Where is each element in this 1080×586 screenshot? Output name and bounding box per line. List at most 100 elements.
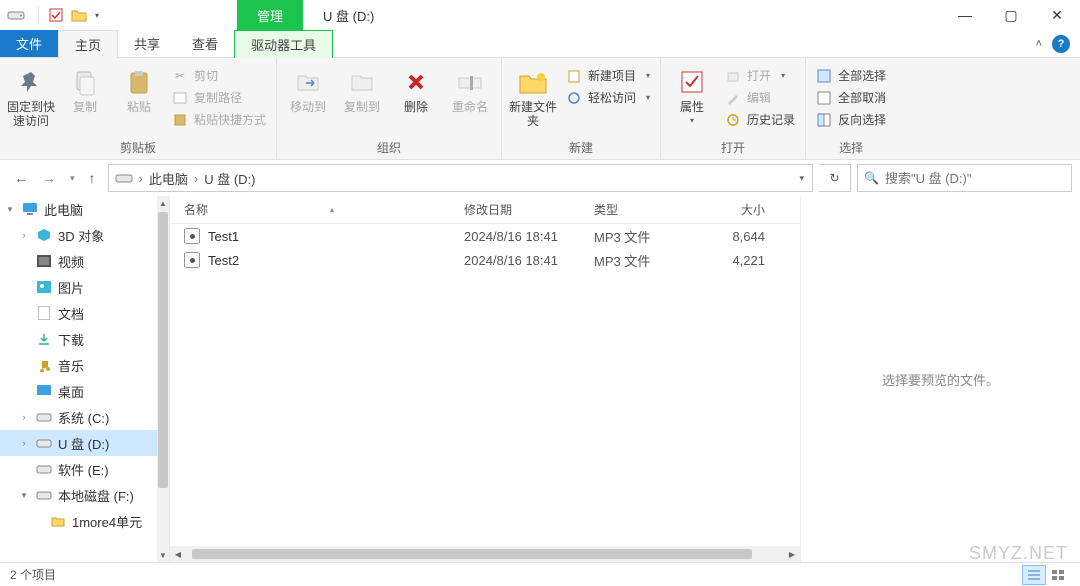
scroll-thumb[interactable] <box>192 549 752 559</box>
pin-quick-access-button[interactable]: 固定到快速访问 <box>6 64 56 129</box>
search-box[interactable]: 🔍 <box>857 164 1072 192</box>
title-bar: ▾ 管理 U 盘 (D:) — ▢ ✕ <box>0 0 1080 30</box>
tree-drive-f[interactable]: ▾本地磁盘 (F:) <box>0 482 169 508</box>
select-all-button[interactable]: 全部选择 <box>812 66 890 85</box>
address-bar[interactable]: › 此电脑 › U 盘 (D:) ▾ <box>108 164 813 192</box>
main-area: ▾ 此电脑 ›3D 对象 视频 图片 文档 下载 音乐 桌面 ›系统 (C:) … <box>0 196 1080 562</box>
easy-access-button[interactable]: 轻松访问▾ <box>562 88 654 107</box>
copy-button[interactable]: 复制 <box>60 64 110 114</box>
close-button[interactable]: ✕ <box>1034 0 1080 30</box>
select-none-button[interactable]: 全部取消 <box>812 88 890 107</box>
tree-desktop[interactable]: 桌面 <box>0 378 169 404</box>
tree-music[interactable]: 音乐 <box>0 352 169 378</box>
tree-pictures[interactable]: 图片 <box>0 274 169 300</box>
qat-properties-icon[interactable] <box>49 8 63 22</box>
titlebar-left: ▾ <box>0 0 107 30</box>
icons-view-button[interactable] <box>1046 565 1070 585</box>
item-count: 2 个项目 <box>10 566 56 583</box>
column-type[interactable]: 类型 <box>580 201 705 218</box>
tree-scrollbar[interactable]: ▲ ▼ <box>157 196 169 562</box>
new-folder-icon <box>517 66 549 98</box>
group-label-clipboard: 剪贴板 <box>6 137 270 159</box>
tree-this-pc[interactable]: ▾ 此电脑 <box>0 196 169 222</box>
back-button[interactable]: ← <box>14 170 28 186</box>
tab-file[interactable]: 文件 <box>0 30 58 57</box>
status-bar: 2 个项目 <box>0 562 1080 586</box>
column-date[interactable]: 修改日期 <box>450 201 580 218</box>
chevron-right-icon[interactable]: › <box>18 438 30 448</box>
rename-button[interactable]: 重命名 <box>445 64 495 114</box>
refresh-button[interactable]: ↻ <box>819 164 851 192</box>
column-name[interactable]: 名称▴ <box>170 201 450 218</box>
breadcrumb-location[interactable]: U 盘 (D:) <box>204 169 255 188</box>
file-row[interactable]: Test2 2024/8/16 18:41 MP3 文件 4,221 <box>170 248 800 272</box>
chevron-right-icon[interactable]: › <box>18 412 30 422</box>
tree-drive-d[interactable]: ›U 盘 (D:) <box>0 430 169 456</box>
breadcrumb-this-pc[interactable]: 此电脑 <box>149 169 188 188</box>
invert-selection-button[interactable]: 反向选择 <box>812 110 890 129</box>
file-row[interactable]: Test1 2024/8/16 18:41 MP3 文件 8,644 <box>170 224 800 248</box>
ribbon-tabs: 文件 主页 共享 查看 驱动器工具 ˄ ? <box>0 30 1080 58</box>
search-input[interactable] <box>885 171 1065 186</box>
move-to-button[interactable]: 移动到 <box>283 64 333 114</box>
watermark: SMYZ.NET <box>969 543 1068 564</box>
chevron-down-icon[interactable]: ▾ <box>18 490 30 501</box>
ribbon-group-organize: 移动到 复制到 删除 重命名 组织 <box>277 58 502 159</box>
search-icon: 🔍 <box>864 171 879 185</box>
tab-drive-tools[interactable]: 驱动器工具 <box>234 30 333 58</box>
minimize-button[interactable]: — <box>942 0 988 30</box>
tab-home[interactable]: 主页 <box>58 30 118 58</box>
maximize-button[interactable]: ▢ <box>988 0 1034 30</box>
window-title: U 盘 (D:) <box>303 0 374 30</box>
tree-drive-e[interactable]: 软件 (E:) <box>0 456 169 482</box>
group-label-organize: 组织 <box>283 137 495 159</box>
tree-subfolder[interactable]: 1more4单元 <box>0 508 169 534</box>
history-button[interactable]: 历史记录 <box>721 110 799 129</box>
pictures-icon <box>36 279 52 295</box>
open-button[interactable]: 打开▾ <box>721 66 799 85</box>
tree-videos[interactable]: 视频 <box>0 248 169 274</box>
details-view-button[interactable] <box>1022 565 1046 585</box>
properties-button[interactable]: 属性 ▾ <box>667 64 717 126</box>
forward-button[interactable]: → <box>42 170 56 186</box>
paste-shortcut-button[interactable]: 粘贴快捷方式 <box>168 110 270 129</box>
select-all-icon <box>816 68 832 84</box>
qat-dropdown-icon[interactable]: ▾ <box>95 11 99 20</box>
scroll-up-icon[interactable]: ▲ <box>159 196 167 210</box>
chevron-right-icon[interactable]: › <box>18 230 30 240</box>
tree-documents[interactable]: 文档 <box>0 300 169 326</box>
scroll-right-icon[interactable]: ▶ <box>784 550 800 559</box>
delete-button[interactable]: 删除 <box>391 64 441 114</box>
recent-dropdown[interactable]: ▾ <box>70 173 75 184</box>
copy-path-button[interactable]: 复制路径 <box>168 88 270 107</box>
tree-3d-objects[interactable]: ›3D 对象 <box>0 222 169 248</box>
tree-downloads[interactable]: 下载 <box>0 326 169 352</box>
address-dropdown-icon[interactable]: ▾ <box>797 173 806 184</box>
cut-button[interactable]: ✂剪切 <box>168 66 270 85</box>
delete-icon <box>400 66 432 98</box>
new-folder-button[interactable]: 新建文件夹 <box>508 64 558 129</box>
open-icon <box>725 68 741 84</box>
scroll-left-icon[interactable]: ◀ <box>170 550 186 559</box>
tree-drive-c[interactable]: ›系统 (C:) <box>0 404 169 430</box>
horizontal-scrollbar[interactable]: ◀ ▶ <box>170 546 800 562</box>
column-size[interactable]: 大小 <box>705 201 775 218</box>
chevron-down-icon: ▾ <box>646 71 650 80</box>
tab-share[interactable]: 共享 <box>118 30 176 57</box>
ribbon: 固定到快速访问 复制 粘贴 ✂剪切 复制路径 粘贴快捷方式 剪贴板 移动到 <box>0 58 1080 160</box>
context-tab-manage[interactable]: 管理 <box>237 0 303 30</box>
scroll-thumb[interactable] <box>158 212 168 488</box>
paste-button[interactable]: 粘贴 <box>114 64 164 114</box>
collapse-ribbon-icon[interactable]: ˄ <box>1036 38 1042 50</box>
qat-new-folder-icon[interactable] <box>71 8 87 22</box>
tab-view[interactable]: 查看 <box>176 30 234 57</box>
new-item-button[interactable]: 新建项目▾ <box>562 66 654 85</box>
copy-to-button[interactable]: 复制到 <box>337 64 387 114</box>
chevron-down-icon[interactable]: ▾ <box>4 204 16 215</box>
scroll-down-icon[interactable]: ▼ <box>159 548 167 562</box>
up-button[interactable]: ↑ <box>89 170 96 186</box>
paste-icon <box>123 66 155 98</box>
edit-button[interactable]: 编辑 <box>721 88 799 107</box>
drive-icon <box>36 409 52 425</box>
help-icon[interactable]: ? <box>1052 35 1070 53</box>
